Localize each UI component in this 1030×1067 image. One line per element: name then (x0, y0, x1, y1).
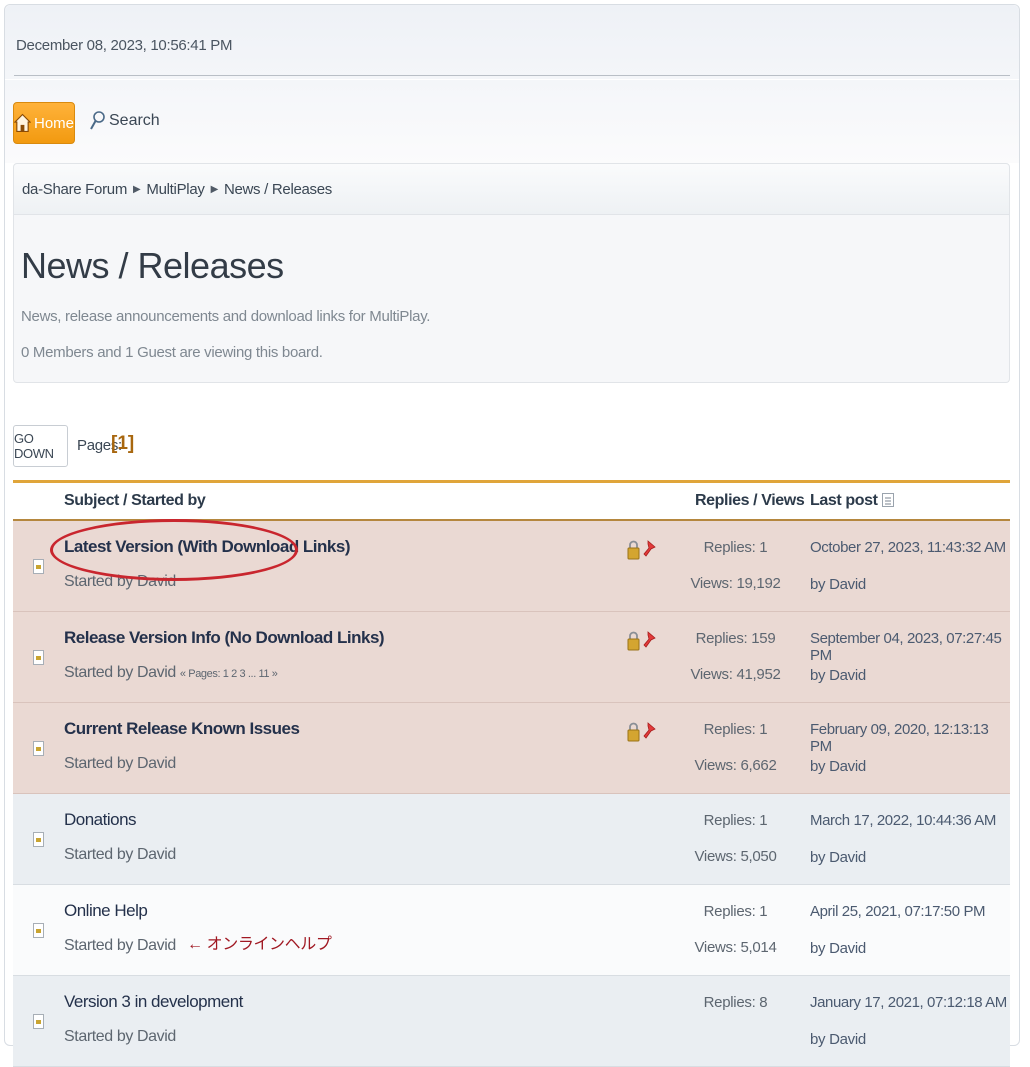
home-button[interactable]: Home (13, 102, 75, 144)
top-divider (14, 75, 1010, 76)
topic-subject-link[interactable]: Donations (64, 810, 137, 830)
topic-starter: Started by David (64, 1028, 176, 1045)
topic-page-links[interactable]: « Pages: 1 2 3 ... 11 » (180, 668, 278, 680)
topic-replies: Replies: 1 (703, 539, 768, 556)
topic-document-icon (33, 923, 44, 938)
last-post-author[interactable]: by David (810, 576, 866, 593)
search-link[interactable]: Search (89, 110, 160, 132)
last-post-author[interactable]: by David (810, 940, 866, 957)
page-title: News / Releases (21, 245, 284, 286)
topic-document-icon (33, 832, 44, 847)
search-icon (90, 111, 105, 130)
topic-replies: Replies: 1 (703, 721, 768, 738)
topic-document-icon (33, 650, 44, 665)
topic-replies: Replies: 1 (703, 903, 768, 920)
topic-subject-link[interactable]: Online Help (64, 901, 148, 921)
breadcrumb: da-Share Forum ▶ MultiPlay ▶ News / Rele… (13, 163, 1010, 215)
board-description: News, release announcements and download… (21, 308, 431, 325)
col-last-post[interactable]: Last post (810, 492, 894, 510)
topic-views: Views: 41,952 (690, 666, 781, 683)
annotation-circle (50, 519, 298, 581)
col-replies-views[interactable]: Replies / Views (695, 492, 805, 510)
topic-subject-link[interactable]: Current Release Known Issues (64, 719, 300, 739)
top-bar: December 08, 2023, 10:56:41 PM (5, 5, 1019, 79)
last-post-author[interactable]: by David (810, 667, 866, 684)
home-label: Home (33, 114, 74, 132)
board-info: News / Releases News, release announceme… (13, 215, 1010, 383)
topic-starter: Started by David « Pages: 1 2 3 ... 11 » (64, 664, 278, 681)
topic-starter: Started by David (64, 846, 176, 863)
board-viewers: 0 Members and 1 Guest are viewing this b… (21, 344, 323, 361)
lock-icon (627, 540, 640, 560)
page-frame: December 08, 2023, 10:56:41 PM Home Sear… (4, 4, 1020, 1067)
caret-right-icon: ▶ (133, 184, 141, 195)
last-post-date[interactable]: March 17, 2022, 10:44:36 AM (810, 812, 996, 829)
lock-icon (627, 722, 640, 742)
topic-replies: Replies: 159 (695, 630, 776, 647)
last-post-author[interactable]: by David (810, 849, 866, 866)
topic-document-icon (33, 741, 44, 756)
topic-subject-link[interactable]: Version 3 in development (64, 992, 243, 1012)
topic-row: Release Version Info (No Download Links)… (13, 612, 1010, 703)
topic-table-header: Subject / Started by Replies / Views Las… (13, 483, 1010, 521)
breadcrumb-multiplay[interactable]: MultiPlay (146, 181, 204, 198)
sort-icon[interactable] (881, 493, 894, 507)
topic-views: Views: 5,014 (694, 939, 777, 956)
search-label: Search (109, 112, 160, 129)
pin-icon (643, 540, 656, 557)
topic-subject-link[interactable]: Release Version Info (No Download Links) (64, 628, 385, 648)
breadcrumb-news-releases[interactable]: News / Releases (224, 181, 332, 198)
last-post-date[interactable]: January 17, 2021, 07:12:18 AM (810, 994, 1007, 1011)
breadcrumb-forum[interactable]: da-Share Forum (22, 181, 127, 198)
topic-starter: Started by David (64, 755, 176, 772)
last-post-date[interactable]: October 27, 2023, 11:43:32 AM (810, 539, 1006, 556)
col-subject[interactable]: Subject / Started by (64, 492, 206, 510)
lock-icon (627, 631, 640, 651)
last-post-date[interactable]: September 04, 2023, 07:27:45 PM (810, 630, 1010, 664)
current-page: [1] (111, 433, 135, 454)
last-post-date[interactable]: February 09, 2020, 12:13:13 PM (810, 721, 1010, 755)
topic-views: Views: 19,192 (690, 575, 781, 592)
topic-replies: Replies: 1 (703, 812, 768, 829)
topic-row: Version 3 in development Started by Davi… (13, 976, 1010, 1067)
topic-row: Donations Started by David Replies: 1 Vi… (13, 794, 1010, 885)
topic-document-icon (33, 1014, 44, 1029)
go-down-button[interactable]: GO DOWN (13, 425, 68, 467)
topic-row: Online Help Started by David Replies: 1 … (13, 885, 1010, 976)
annotation-online-help-note: ← オンラインヘルプ (187, 936, 332, 953)
topic-starter: Started by David (64, 937, 176, 954)
topic-views: Views: 5,050 (694, 848, 777, 865)
topic-document-icon (33, 559, 44, 574)
pin-icon (643, 631, 656, 648)
topic-views: Views: 6,662 (694, 757, 777, 774)
home-icon (14, 113, 31, 133)
current-datetime: December 08, 2023, 10:56:41 PM (16, 37, 233, 54)
last-post-date[interactable]: April 25, 2021, 07:17:50 PM (810, 903, 986, 920)
topic-row: Current Release Known Issues Started by … (13, 703, 1010, 794)
main-menu: Home Search (5, 80, 1019, 163)
last-post-author[interactable]: by David (810, 758, 866, 775)
pin-icon (643, 722, 656, 739)
caret-right-icon: ▶ (210, 184, 219, 195)
last-post-author[interactable]: by David (810, 1031, 866, 1048)
topic-replies: Replies: 8 (703, 994, 768, 1011)
